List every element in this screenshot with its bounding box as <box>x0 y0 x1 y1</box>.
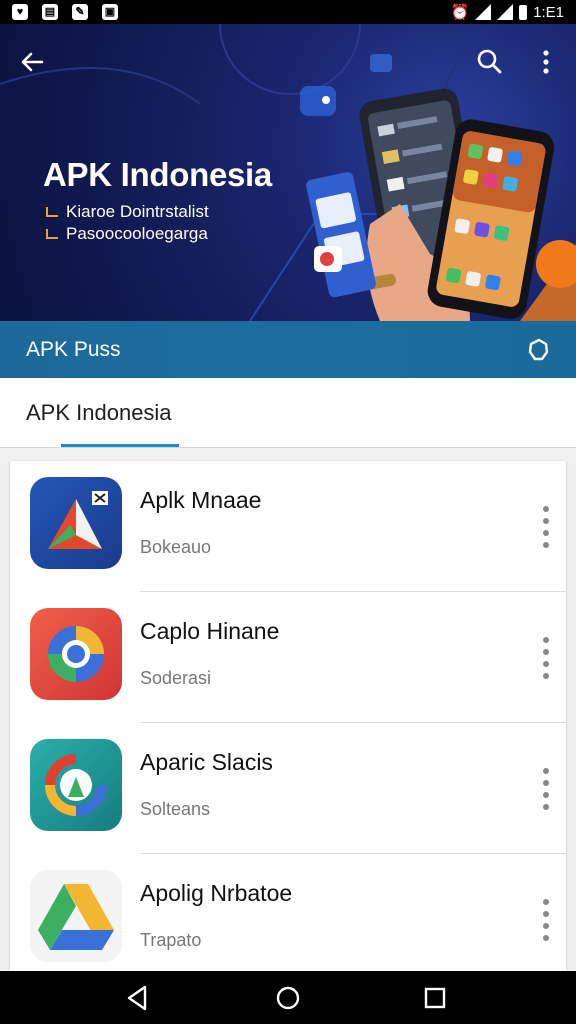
app-list: Aplk Mnaae Bokeauo Caplo Hinane Soderasi <box>10 461 566 971</box>
bullet-icon <box>46 229 58 239</box>
hero-banner: APK Indonesia Kiaroe Dointrstalist Pasoo… <box>0 24 576 321</box>
g-ring-icon <box>30 739 122 831</box>
wifi-icon <box>475 4 492 20</box>
list-item[interactable]: Aparic Slacis Solteans <box>10 723 566 854</box>
item-more-icon[interactable] <box>534 894 558 944</box>
notification-icon: ▣ <box>102 4 118 20</box>
notification-icon: ▤ <box>42 4 58 20</box>
hero-line: Kiaroe Dointrstalist <box>46 202 209 222</box>
tab-apk-indonesia[interactable]: APK Indonesia <box>26 400 172 426</box>
app-subtitle: Solteans <box>140 799 211 819</box>
signal-icon <box>497 4 514 20</box>
app-name: Caplo Hinane <box>140 618 280 644</box>
app-name: Aparic Slacis <box>140 749 273 775</box>
app-subtitle: Trapato <box>140 930 202 950</box>
item-more-icon[interactable] <box>534 763 558 813</box>
more-vert-icon[interactable] <box>534 46 558 78</box>
back-arrow-icon[interactable] <box>16 46 48 78</box>
status-time: 1:E1 <box>533 3 564 21</box>
status-bar: ♥ ▤ ✎ ▣ ⏰ 1:E1 <box>0 0 576 24</box>
chrome-like-icon <box>30 608 122 700</box>
nav-back-icon[interactable] <box>123 983 153 1013</box>
app-bar-title: APK Puss <box>26 337 121 361</box>
nav-home-icon[interactable] <box>273 983 303 1013</box>
battery-icon <box>519 4 528 20</box>
list-item[interactable]: Apolig Nrbatoe Trapato <box>10 854 566 971</box>
apk-triangle-icon <box>30 477 122 569</box>
drive-triangle-icon <box>30 870 122 962</box>
hero-line-text: Kiaroe Dointrstalist <box>66 202 209 221</box>
app-name: Aplk Mnaae <box>140 487 262 513</box>
hero-line: Pasoocooloegarga <box>46 224 208 244</box>
hero-line-text: Pasoocooloegarga <box>66 224 208 243</box>
tab-bar: APK Indonesia <box>0 378 576 448</box>
item-more-icon[interactable] <box>534 501 558 551</box>
app-subtitle: Soderasi <box>140 668 212 688</box>
hero-title: APK Indonesia <box>43 156 272 193</box>
status-notifications: ♥ ▤ ✎ ▣ <box>12 4 118 20</box>
tab-indicator <box>61 444 179 447</box>
bullet-icon <box>46 207 58 217</box>
list-item[interactable]: Aplk Mnaae Bokeauo <box>10 461 566 592</box>
nav-recents-icon[interactable] <box>420 983 450 1013</box>
list-item[interactable]: Caplo Hinane Soderasi <box>10 592 566 723</box>
alarm-icon: ⏰ <box>450 4 470 21</box>
search-icon[interactable] <box>474 46 506 78</box>
app-name: Apolig Nrbatoe <box>140 880 293 906</box>
notification-icon: ♥ <box>12 4 28 20</box>
item-more-icon[interactable] <box>534 632 558 682</box>
navigation-bar <box>0 971 576 1024</box>
notification-icon: ✎ <box>72 4 88 20</box>
app-subtitle: Bokeauo <box>140 537 212 557</box>
app-bar: APK Puss <box>0 321 576 378</box>
settings-icon[interactable] <box>526 337 552 363</box>
status-indicators: ⏰ 1:E1 <box>450 3 564 22</box>
